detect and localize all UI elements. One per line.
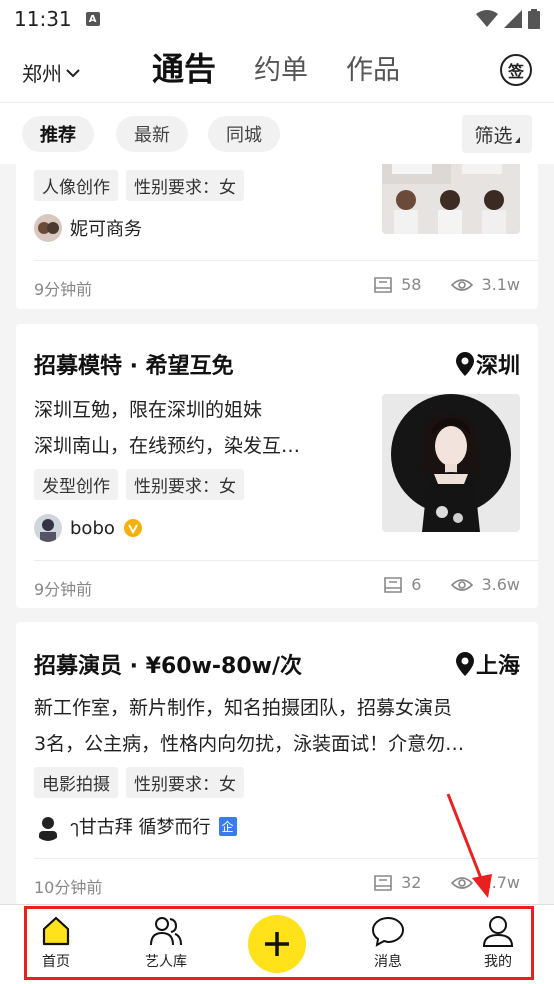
eye-icon xyxy=(451,278,474,291)
verified-badge-icon xyxy=(123,519,142,537)
tag: 性别要求：女 xyxy=(126,170,244,201)
city-selector[interactable]: 郑州 xyxy=(22,58,80,87)
avatar xyxy=(34,812,62,841)
avatar xyxy=(34,514,62,542)
signal-icon xyxy=(504,10,522,28)
card-desc-line2: 3名，公主病，性格内向勿扰，泳装面试！介意勿… xyxy=(34,733,465,755)
card-tags: 人像创作 性别要求：女 xyxy=(34,170,244,201)
author-name: 妮可商务 xyxy=(70,219,142,240)
card-tags: 发型创作 性别要求：女 xyxy=(34,469,244,500)
card-desc-line1: 新工作室，新片制作，知名拍摄团队，招募女演员 xyxy=(34,697,453,719)
tag: 电影拍摄 xyxy=(34,767,118,798)
card-tags: 电影拍摄 性别要求：女 xyxy=(34,767,244,798)
comment-count: 6 xyxy=(411,575,422,594)
chip-local[interactable]: 同城 xyxy=(208,116,280,152)
battery-icon xyxy=(528,9,540,29)
location-label: 深圳 xyxy=(475,354,520,379)
comment-count: 32 xyxy=(401,873,422,892)
view-count: 3.6w xyxy=(481,575,520,594)
location-pin-icon xyxy=(455,652,474,676)
wifi-icon xyxy=(476,10,498,27)
card-desc-line2: 深圳南山，在线预约，染发互… xyxy=(34,435,301,457)
location-pin-icon xyxy=(455,352,474,376)
filter-bar: 推荐 最新 同城 筛选 xyxy=(0,102,554,164)
chip-recommended[interactable]: 推荐 xyxy=(22,116,94,152)
tab-announcements[interactable]: 通告 xyxy=(152,44,217,90)
card-desc-line1: 深圳互勉，限在深圳的姐妹 xyxy=(34,399,263,421)
city-label: 郑州 xyxy=(22,62,62,86)
tab-works[interactable]: 作品 xyxy=(346,48,400,87)
sign-in-button[interactable]: 签 xyxy=(500,54,532,86)
card-stats: 58 3.1w xyxy=(373,275,520,294)
eye-icon xyxy=(451,578,474,591)
top-nav: 郑州 通告 约单 作品 签 xyxy=(0,38,554,102)
tag: 性别要求：女 xyxy=(126,469,244,500)
comment-count: 58 xyxy=(401,275,422,294)
filter-button[interactable]: 筛选 xyxy=(462,115,532,153)
card-time: 10分钟前 xyxy=(34,878,103,897)
card-image[interactable] xyxy=(382,394,520,532)
card-stats: 6 3.6w xyxy=(383,575,520,594)
card-title: 招募模特 · 希望互免 xyxy=(34,354,234,379)
triangle-icon xyxy=(514,137,520,143)
filter-label: 筛选 xyxy=(474,124,513,147)
card-location: 上海 xyxy=(455,648,520,680)
card-divider xyxy=(34,260,538,261)
avatar xyxy=(34,214,62,242)
status-time: 11:31 xyxy=(14,7,72,31)
card-2[interactable]: 招募模特 · 希望互免 深圳 深圳互勉，限在深圳的姐妹 深圳南山，在线预约，染发… xyxy=(16,324,538,608)
tag: 人像创作 xyxy=(34,170,118,201)
view-count: 3.1w xyxy=(481,275,520,294)
tab-bookings[interactable]: 约单 xyxy=(254,48,308,87)
author-name: ๅ甘古拜 循梦而行 xyxy=(70,817,211,838)
card-1[interactable]: 人像创作 性别要求：女 妮可商务 9分钟前 58 3.1w xyxy=(16,164,538,309)
highlight-box xyxy=(24,906,534,980)
chevron-down-icon xyxy=(66,68,80,77)
status-icons xyxy=(476,9,540,29)
message-icon xyxy=(374,874,392,891)
arrow-annotation xyxy=(446,793,492,898)
card-author[interactable]: bobo xyxy=(34,514,143,542)
card-time: 9分钟前 xyxy=(34,280,93,299)
status-bar: 11:31 A xyxy=(0,0,554,38)
card-title: 招募演员 · ¥60w-80w/次 xyxy=(34,654,303,679)
message-icon xyxy=(374,276,392,293)
message-icon xyxy=(384,576,403,593)
chip-latest[interactable]: 最新 xyxy=(116,116,188,152)
card-time: 9分钟前 xyxy=(34,580,93,599)
notification-icon: A xyxy=(85,12,100,26)
tag: 发型创作 xyxy=(34,469,118,500)
card-image[interactable] xyxy=(382,164,520,234)
location-label: 上海 xyxy=(475,654,520,679)
card-location: 深圳 xyxy=(455,348,520,380)
author-name: bobo xyxy=(70,517,115,539)
card-divider xyxy=(34,560,538,561)
card-author[interactable]: ๅ甘古拜 循梦而行 企 xyxy=(34,812,237,841)
sign-label: 签 xyxy=(507,62,524,81)
tag: 性别要求：女 xyxy=(126,767,244,798)
card-author[interactable]: 妮可商务 xyxy=(34,214,142,242)
enterprise-badge: 企 xyxy=(218,817,237,836)
